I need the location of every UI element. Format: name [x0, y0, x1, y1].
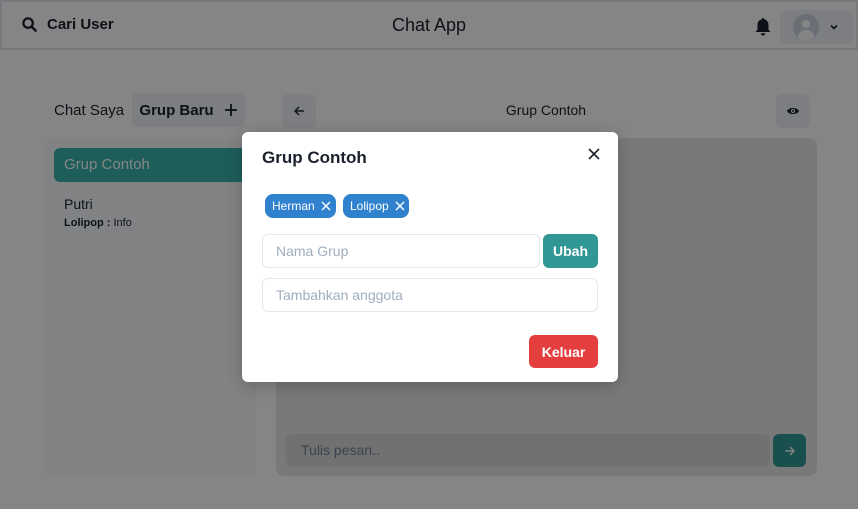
close-icon[interactable]: [395, 201, 405, 211]
member-tag: Herman: [265, 194, 336, 218]
member-tag-label: Lolipop: [350, 199, 389, 213]
close-button[interactable]: [585, 145, 603, 163]
close-icon[interactable]: [321, 201, 331, 211]
close-icon: [588, 148, 600, 160]
member-tag-label: Herman: [272, 199, 315, 213]
group-settings-modal: Grup Contoh Herman Lolipop Nama Grup Uba…: [242, 132, 618, 382]
leave-group-button[interactable]: Keluar: [529, 335, 598, 368]
group-name-input[interactable]: Nama Grup: [262, 234, 540, 268]
rename-button[interactable]: Ubah: [543, 234, 598, 268]
member-tag: Lolipop: [343, 194, 409, 218]
add-member-input[interactable]: Tambahkan anggota: [262, 278, 598, 312]
modal-title: Grup Contoh: [262, 148, 367, 167]
